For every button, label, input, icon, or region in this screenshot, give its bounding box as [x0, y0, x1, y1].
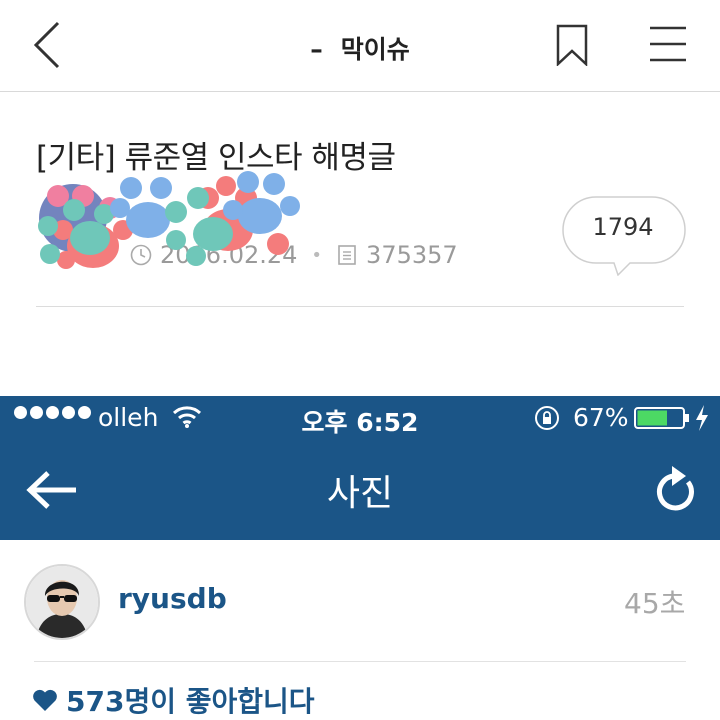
header-divider — [36, 306, 684, 307]
ios-status-bar: olleh 오후 6:52 67% — [0, 396, 720, 440]
embedded-instagram-screenshot: olleh 오후 6:52 67% 사진 ryusdb 45초 573명이 좋아… — [0, 396, 720, 720]
instagram-nav-bar: 사진 — [0, 440, 720, 540]
user-avatar[interactable] — [24, 564, 100, 640]
document-icon — [338, 245, 356, 265]
comment-count: 1794 — [592, 213, 654, 241]
nav-title: 사진 — [326, 473, 394, 514]
post-header: ryusdb 45초 — [0, 540, 720, 662]
app-header: – 막이슈 — [0, 0, 720, 92]
username[interactable]: ryusdb — [118, 582, 227, 615]
post-time: 45초 — [624, 587, 686, 620]
refresh-icon[interactable] — [652, 464, 696, 512]
board-name: 막이슈 — [340, 35, 410, 64]
hamburger-menu-icon[interactable] — [648, 25, 688, 63]
heart-icon — [33, 689, 57, 711]
view-count: 375357 — [366, 241, 458, 269]
likes-row[interactable]: 573명이 좋아합니다 — [32, 680, 315, 720]
redaction-sticker — [38, 171, 300, 269]
likes-count: 573명이 좋아합니다 — [66, 685, 315, 718]
battery-percent: 67% — [573, 403, 629, 432]
rotation-lock-icon — [535, 406, 559, 430]
title-dash: – — [310, 35, 323, 64]
board-title: – 막이슈 — [0, 30, 720, 66]
avatar-photo — [26, 566, 98, 638]
charging-bolt-icon — [696, 405, 708, 431]
bookmark-icon[interactable] — [556, 24, 588, 66]
battery-icon — [634, 407, 689, 429]
post-divider — [34, 661, 686, 662]
meta-separator: • — [311, 244, 323, 266]
